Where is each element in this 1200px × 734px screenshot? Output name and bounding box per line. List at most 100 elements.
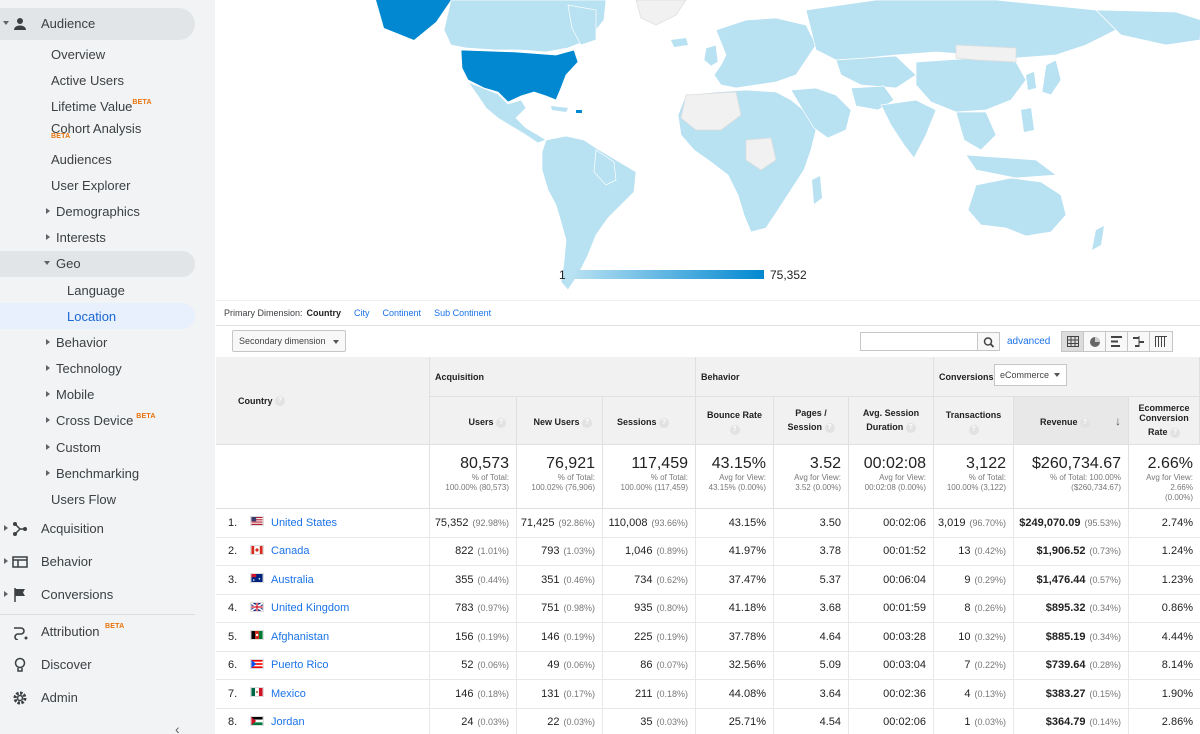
- geo-map[interactable]: 1 75,352: [216, 0, 1200, 300]
- col-header-transactions[interactable]: Transactions?: [934, 397, 1014, 445]
- nav-technology[interactable]: Technology: [46, 356, 122, 380]
- cell-bounce-rate: 41.18%: [696, 594, 774, 623]
- view-pie-button[interactable]: [1084, 332, 1106, 351]
- map-madagascar[interactable]: [812, 176, 822, 204]
- country-link[interactable]: Afghanistan: [271, 631, 329, 643]
- country-link[interactable]: United Kingdom: [271, 602, 349, 614]
- view-comparison-button[interactable]: [1128, 332, 1150, 351]
- map-china[interactable]: [915, 57, 1027, 113]
- map-united-kingdom[interactable]: [703, 44, 719, 67]
- view-performance-button[interactable]: [1106, 332, 1128, 351]
- secondary-dimension-dropdown[interactable]: Secondary dimension: [232, 330, 346, 352]
- map-kazakhstan[interactable]: [835, 55, 917, 89]
- nav-behavior[interactable]: Behavior: [0, 546, 195, 578]
- total-revenue-sub2: ($260,734.67): [1071, 483, 1121, 492]
- map-southeast-asia[interactable]: [955, 111, 997, 151]
- col-header-new-users[interactable]: New Users ?: [517, 397, 603, 445]
- help-icon[interactable]: ?: [905, 422, 916, 433]
- pie-chart-icon: [1089, 336, 1100, 347]
- dimension-city[interactable]: City: [354, 308, 370, 318]
- row-rank: 2.: [228, 545, 238, 558]
- nav-admin[interactable]: Admin: [0, 682, 195, 714]
- map-india[interactable]: [880, 99, 937, 159]
- country-link[interactable]: Mexico: [271, 688, 306, 700]
- col-header-sessions[interactable]: Sessions ?: [603, 397, 696, 445]
- cell-sessions-value: 225: [634, 630, 653, 643]
- advanced-filter-link[interactable]: advanced: [1007, 336, 1050, 347]
- col-header-revenue[interactable]: Revenue ? ↓: [1014, 397, 1129, 445]
- nav-active-users[interactable]: Active Users: [51, 68, 124, 92]
- map-philippines[interactable]: [1021, 108, 1034, 132]
- map-south-america[interactable]: [541, 135, 637, 291]
- country-link[interactable]: Australia: [271, 574, 314, 586]
- collapse-sidebar-icon[interactable]: ‹: [175, 722, 183, 734]
- help-icon[interactable]: ?: [1080, 417, 1091, 428]
- help-icon[interactable]: ?: [275, 396, 285, 406]
- map-greenland[interactable]: [635, 0, 687, 26]
- nav-user-explorer[interactable]: User Explorer: [51, 173, 130, 197]
- map-new-zealand[interactable]: [1092, 226, 1104, 250]
- dimension-country[interactable]: Country: [307, 308, 342, 318]
- dimension-sub-continent[interactable]: Sub Continent: [434, 308, 491, 318]
- col-users-label: Users: [468, 417, 494, 427]
- nav-users-flow[interactable]: Users Flow: [51, 487, 116, 511]
- dimension-continent[interactable]: Continent: [383, 308, 422, 318]
- help-icon[interactable]: ?: [729, 424, 740, 435]
- nav-interests[interactable]: Interests: [46, 225, 106, 249]
- help-icon[interactable]: ?: [659, 417, 670, 428]
- nav-audience[interactable]: Audience: [0, 8, 195, 40]
- col-header-country[interactable]: Country ?: [216, 357, 430, 445]
- col-header-conversion-rate[interactable]: Ecommerce Conversion Rate ?: [1129, 397, 1200, 445]
- cell-transactions-percent: (0.26%): [974, 603, 1006, 614]
- nav-attribution[interactable]: Attribution BETA: [0, 616, 195, 648]
- map-australia[interactable]: [967, 177, 1067, 237]
- cell-transactions: 3,019 (96.70%): [934, 509, 1014, 538]
- nav-demographics[interactable]: Demographics: [46, 199, 140, 223]
- sort-descending-icon[interactable]: ↓: [1115, 414, 1121, 428]
- map-cuba[interactable]: [551, 106, 568, 112]
- map-korea[interactable]: [1026, 72, 1036, 90]
- map-indonesia[interactable]: [965, 154, 1057, 179]
- nav-behavior-sub[interactable]: Behavior: [46, 330, 107, 354]
- nav-geo[interactable]: Geo: [44, 251, 81, 275]
- nav-lifetime-value[interactable]: Lifetime Value BETA: [51, 94, 152, 118]
- nav-discover[interactable]: Discover: [0, 649, 195, 681]
- nav-acquisition[interactable]: Acquisition: [0, 513, 195, 545]
- search-button[interactable]: [978, 332, 1000, 351]
- map-alaska[interactable]: [376, 0, 451, 40]
- nav-location[interactable]: Location: [67, 304, 116, 328]
- help-icon[interactable]: ?: [1170, 427, 1181, 438]
- map-japan[interactable]: [1041, 59, 1062, 96]
- nav-custom[interactable]: Custom: [46, 435, 101, 459]
- help-icon[interactable]: ?: [968, 424, 979, 435]
- col-header-users[interactable]: Users ?: [430, 397, 517, 445]
- col-header-pages-session[interactable]: Pages / Session ?: [774, 397, 849, 445]
- country-link[interactable]: United States: [271, 517, 337, 529]
- nav-mobile[interactable]: Mobile: [46, 382, 94, 406]
- country-link[interactable]: Jordan: [271, 716, 305, 728]
- nav-audiences[interactable]: Audiences: [51, 147, 112, 171]
- table-search-input[interactable]: [860, 332, 978, 351]
- help-icon[interactable]: ?: [496, 417, 506, 428]
- map-puerto-rico[interactable]: [576, 110, 582, 113]
- nav-cross-device[interactable]: Cross Device BETA: [46, 408, 156, 432]
- bar-list-icon: [1110, 336, 1122, 347]
- country-link[interactable]: Puerto Rico: [271, 659, 328, 671]
- nav-language[interactable]: Language: [67, 278, 125, 302]
- caret-right-icon: [46, 234, 50, 240]
- country-link[interactable]: Canada: [271, 545, 310, 557]
- help-icon[interactable]: ?: [582, 417, 592, 428]
- map-europe[interactable]: [713, 17, 817, 89]
- view-pivot-button[interactable]: [1150, 332, 1172, 351]
- col-header-bounce-rate[interactable]: Bounce Rate?: [696, 397, 774, 445]
- col-header-avg-duration[interactable]: Avg. Session Duration ?: [849, 397, 934, 445]
- cell-avg-duration: 00:02:06: [849, 509, 934, 538]
- cell-bounce-rate-value: 41.18%: [728, 602, 766, 615]
- help-icon[interactable]: ?: [824, 422, 835, 433]
- nav-overview[interactable]: Overview: [51, 42, 105, 66]
- conversions-goal-dropdown[interactable]: eCommerce: [994, 364, 1067, 386]
- nav-conversions[interactable]: Conversions: [0, 579, 195, 611]
- map-iceland[interactable]: [671, 38, 688, 47]
- nav-benchmarking[interactable]: Benchmarking: [46, 461, 139, 485]
- view-table-button[interactable]: [1062, 332, 1084, 351]
